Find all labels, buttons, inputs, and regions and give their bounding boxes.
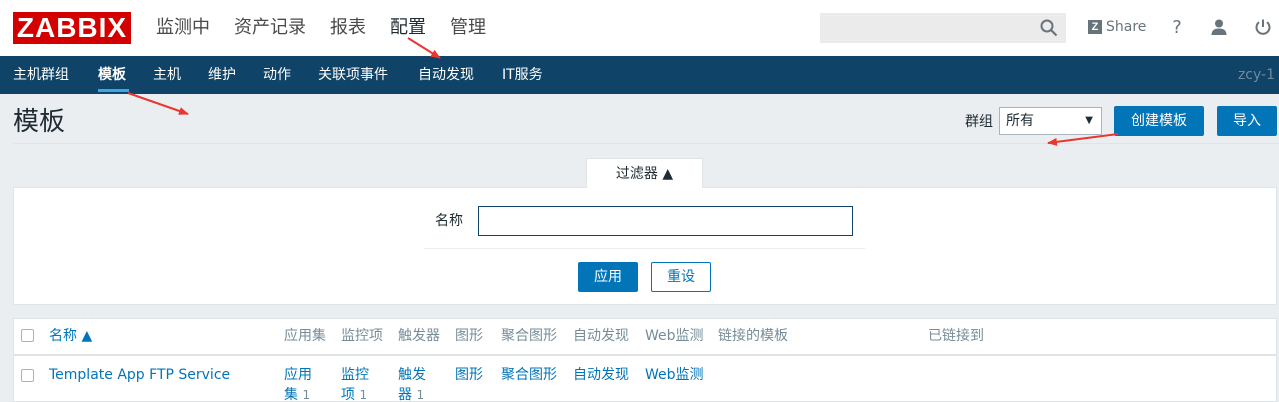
web-link[interactable]: Web监测 [645,365,704,385]
group-select[interactable]: 所有 ▼ [999,107,1102,135]
top-header: ZABBIX 监测中 资产记录 报表 配置 管理 Z Share ? [0,0,1279,56]
screens-link[interactable]: 聚合图形 [501,365,557,385]
header-divider [13,143,1279,144]
triggers-link[interactable]: 触发 器 1 [398,365,426,402]
items-link-line1: 监控 [341,367,369,383]
template-name-link[interactable]: Template App FTP Service [49,365,230,385]
sub-menu: 主机群组 模板 主机 维护 动作 关联项事件 自动发现 IT服务 zcy-1 [0,56,1279,94]
menu-item-reports[interactable]: 报表 [318,0,378,56]
items-link-line2: 项 1 [341,385,369,402]
group-label: 群组 [965,114,993,130]
items-count: 1 [359,388,368,402]
annotation-arrow [1047,133,1119,146]
caret-down-icon: ▼ [1085,115,1093,126]
applications-link-line1: 应用 [284,367,312,383]
filter-divider [424,248,865,249]
name-filter-input[interactable] [478,206,853,236]
filter-tab[interactable]: 过滤器 ▲ [586,158,703,188]
share-label: Share [1106,19,1147,35]
column-header-linked-to: 已链接到 [928,328,984,344]
table-header-divider [13,354,1277,356]
column-header-web: Web监测 [645,328,704,344]
active-tab-indicator [98,89,129,92]
items-link[interactable]: 监控 项 1 [341,365,369,402]
triggers-count: 1 [416,388,425,402]
menu-item-monitoring[interactable]: 监测中 [144,0,222,56]
share-icon: Z [1088,20,1102,34]
apply-button[interactable]: 应用 [578,262,638,292]
menu-item-administration[interactable]: 管理 [438,0,498,56]
column-header-discovery: 自动发现 [573,328,629,344]
annotation-arrow [127,92,189,115]
name-filter-label: 名称 [435,213,463,229]
column-header-graphs: 图形 [455,328,483,344]
column-header-screens: 聚合图形 [501,328,557,344]
submenu-item-discovery[interactable]: 自动发现 [418,56,474,94]
column-header-triggers: 触发器 [398,328,440,344]
submenu-item-actions[interactable]: 动作 [263,56,291,94]
share-link[interactable]: Z Share [1088,16,1146,38]
help-icon[interactable]: ? [1166,16,1188,38]
column-header-name[interactable]: 名称 ▲ [49,327,92,345]
column-header-items: 监控项 [341,328,383,344]
discovery-link[interactable]: 自动发现 [573,365,629,385]
applications-link-text: 集 [284,387,298,402]
main-menu: 监测中 资产记录 报表 配置 管理 [144,0,498,56]
submenu-item-hosts[interactable]: 主机 [153,56,181,94]
column-header-applications: 应用集 [284,328,326,344]
group-select-value: 所有 [1006,113,1034,129]
submenu-item-host-groups[interactable]: 主机群组 [13,56,69,94]
reset-button[interactable]: 重设 [651,262,711,292]
menu-item-configuration[interactable]: 配置 [378,0,438,56]
submenu-item-correlation[interactable]: 关联项事件 [318,56,388,94]
applications-count: 1 [302,388,311,402]
filter-panel [13,187,1277,305]
graphs-link[interactable]: 图形 [455,365,483,385]
menu-item-inventory[interactable]: 资产记录 [222,0,318,56]
triggers-link-line1: 触发 [398,367,426,383]
select-all-checkbox[interactable] [21,329,34,342]
applications-link[interactable]: 应用 集 1 [284,365,312,402]
triggers-link-text: 器 [398,387,412,402]
search-icon[interactable] [1040,19,1058,37]
page-title: 模板 [13,107,66,137]
triggers-link-line2: 器 1 [398,385,426,402]
submenu-item-it-services[interactable]: IT服务 [502,56,543,94]
search-input[interactable] [820,13,1066,43]
create-template-button[interactable]: 创建模板 [1114,106,1204,136]
applications-link-line2: 集 1 [284,385,312,402]
zabbix-logo[interactable]: ZABBIX [13,12,131,44]
user-icon[interactable] [1208,16,1230,38]
user-label: zcy-1 [1237,67,1275,83]
items-link-text: 项 [341,387,355,402]
submenu-item-maintenance[interactable]: 维护 [208,56,236,94]
column-header-linked-templates: 链接的模板 [718,328,788,344]
row-checkbox[interactable] [21,369,34,382]
power-icon[interactable] [1252,16,1274,38]
import-button[interactable]: 导入 [1217,106,1277,136]
